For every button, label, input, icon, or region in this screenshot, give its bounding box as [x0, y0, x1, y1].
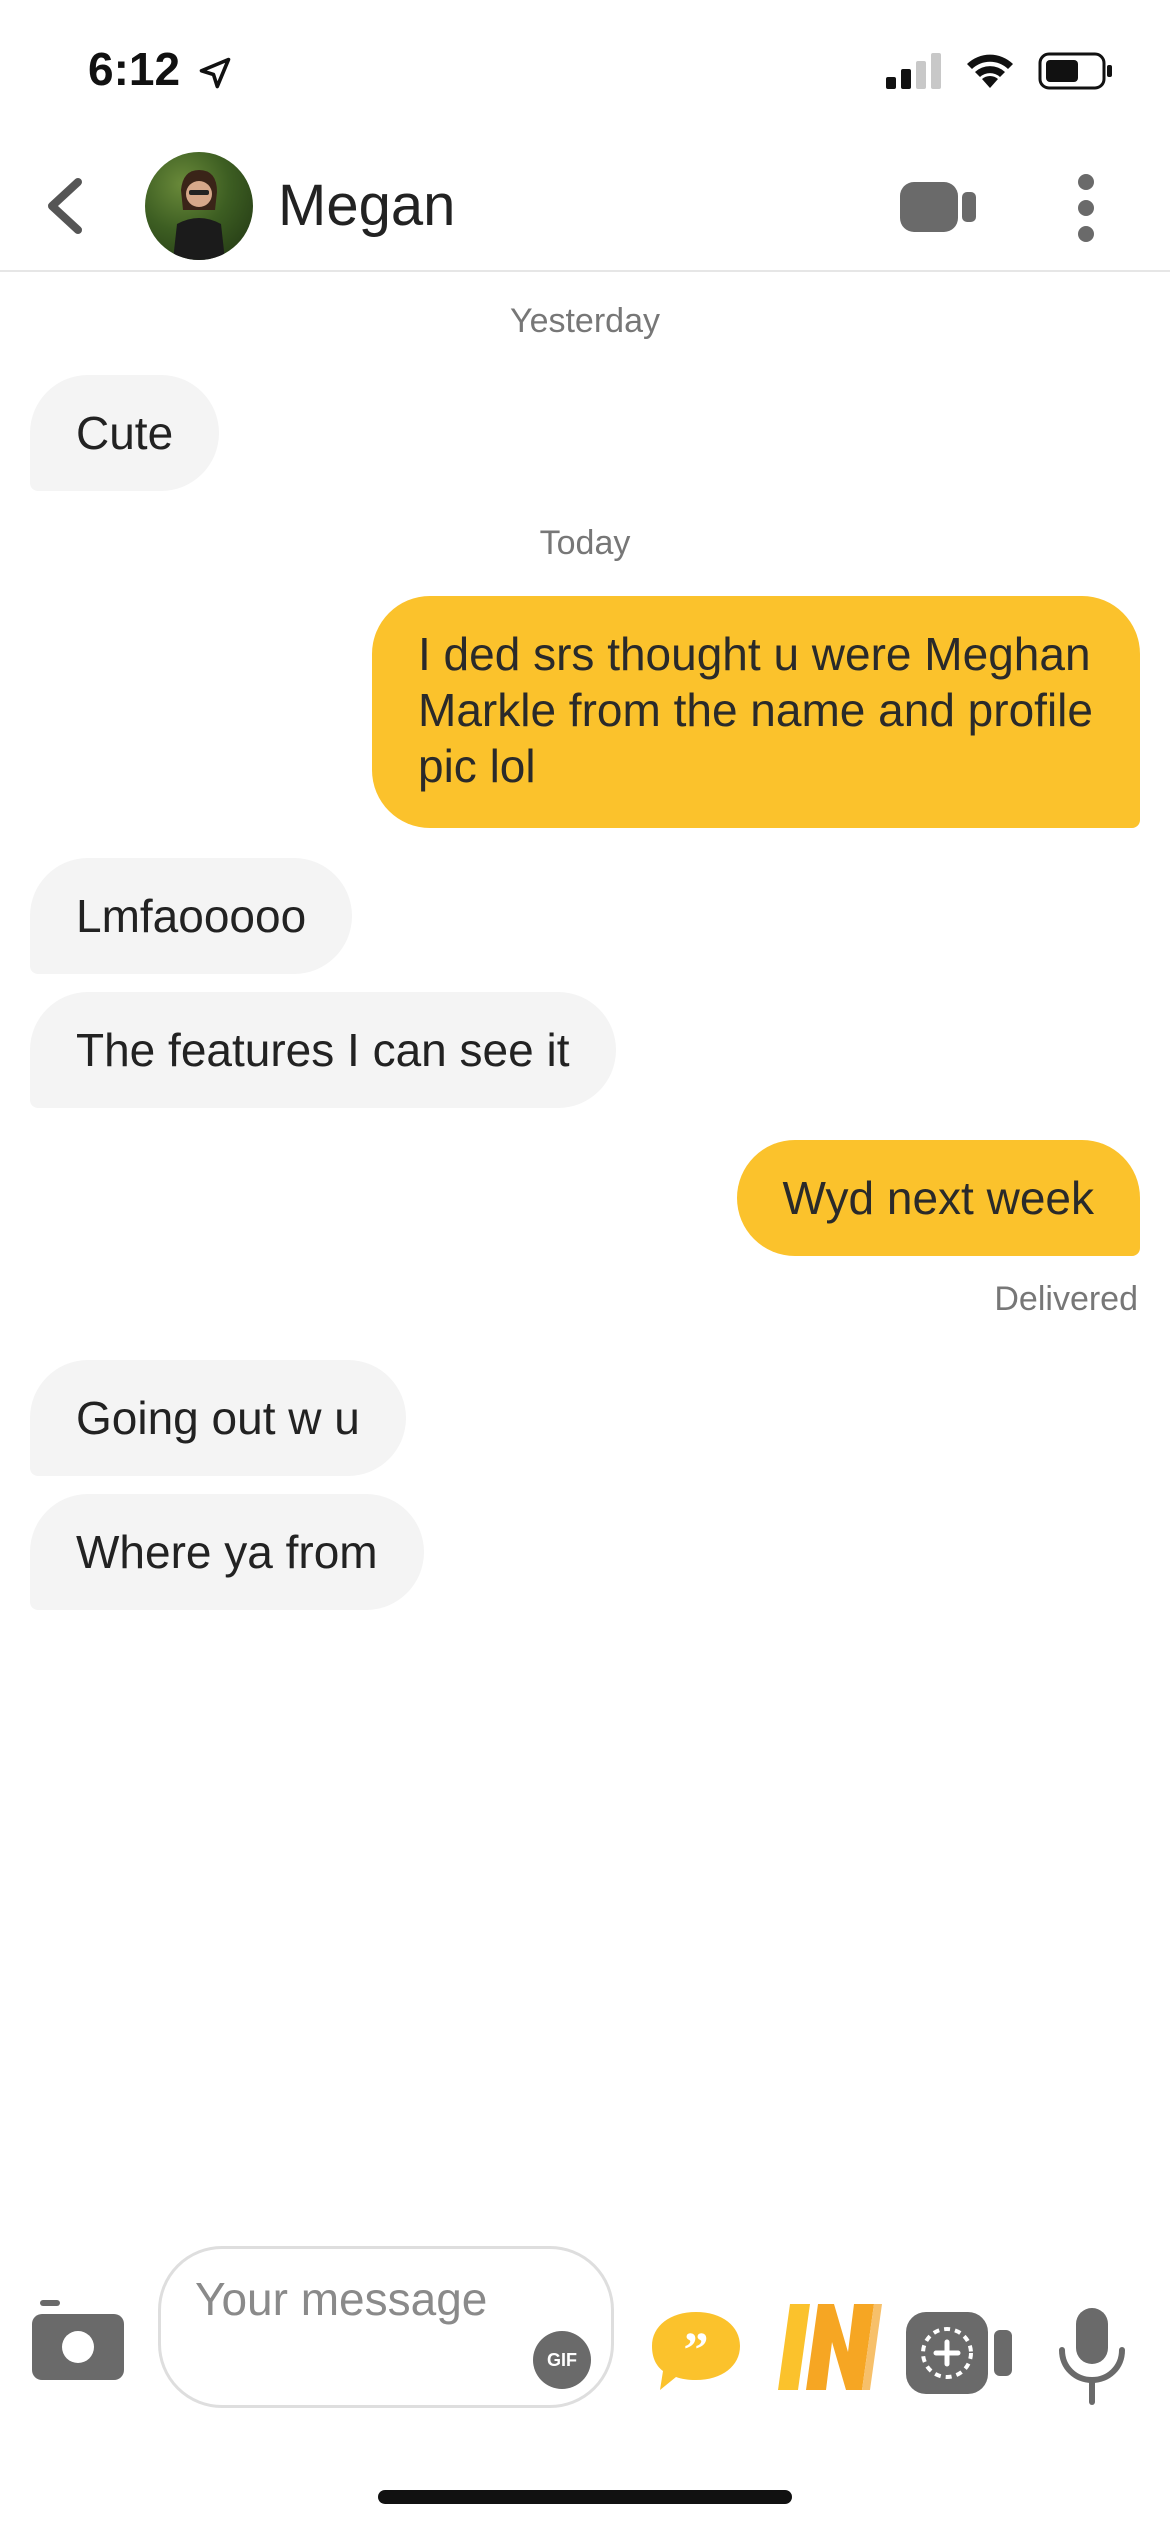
avatar-photo: [173, 170, 225, 260]
more-options-button[interactable]: [1066, 172, 1106, 244]
status-time-text: 6:12: [88, 43, 181, 95]
home-indicator[interactable]: [378, 2490, 792, 2504]
contact-name[interactable]: Megan: [278, 172, 455, 239]
in-icon: [778, 2304, 882, 2390]
outgoing-message[interactable]: Wyd next week: [736, 1140, 1140, 1256]
quote-icon: ”: [652, 2312, 740, 2390]
date-separator: Today: [539, 524, 631, 562]
delivery-status: Delivered: [994, 1280, 1138, 1318]
quote-button[interactable]: ”: [650, 2310, 742, 2392]
contact-avatar[interactable]: [145, 152, 253, 260]
svg-text:”: ”: [684, 2321, 709, 2377]
incoming-message[interactable]: Cute: [30, 375, 220, 491]
incoming-message[interactable]: Going out w u: [30, 1360, 406, 1476]
status-icons: [886, 52, 1114, 90]
message-input-placeholder: Your message: [195, 2273, 488, 2325]
outgoing-message[interactable]: I ded srs thought u were Meghan Markle f…: [372, 596, 1140, 828]
incoming-message[interactable]: Where ya from: [30, 1494, 424, 1610]
microphone-button[interactable]: [1052, 2306, 1132, 2406]
date-separator: Yesterday: [510, 302, 660, 340]
battery-icon: [1038, 52, 1112, 90]
wifi-icon: [967, 54, 1013, 88]
more-vertical-icon: [1078, 174, 1094, 242]
back-chevron-icon: [48, 178, 82, 234]
status-time: 6:12: [88, 42, 233, 96]
video-note-button[interactable]: [906, 2312, 1016, 2394]
gif-button[interactable]: GIF: [533, 2331, 591, 2389]
back-button[interactable]: [36, 174, 96, 238]
in-button[interactable]: [776, 2304, 884, 2390]
message-input[interactable]: Your message GIF: [158, 2246, 614, 2408]
camera-icon: [32, 2300, 124, 2380]
gif-icon: GIF: [547, 2349, 577, 2370]
video-call-button[interactable]: [900, 182, 978, 232]
video-camera-icon: [900, 182, 976, 232]
incoming-message[interactable]: Lmfaooooo: [30, 858, 353, 974]
cellular-icon: [886, 53, 941, 89]
microphone-icon: [1059, 2308, 1125, 2405]
camera-button[interactable]: [32, 2300, 124, 2380]
add-video-icon: [906, 2312, 1012, 2394]
location-arrow-icon: [199, 57, 231, 89]
chat-header: Megan: [0, 140, 1170, 272]
incoming-message[interactable]: The features I can see it: [30, 992, 616, 1108]
